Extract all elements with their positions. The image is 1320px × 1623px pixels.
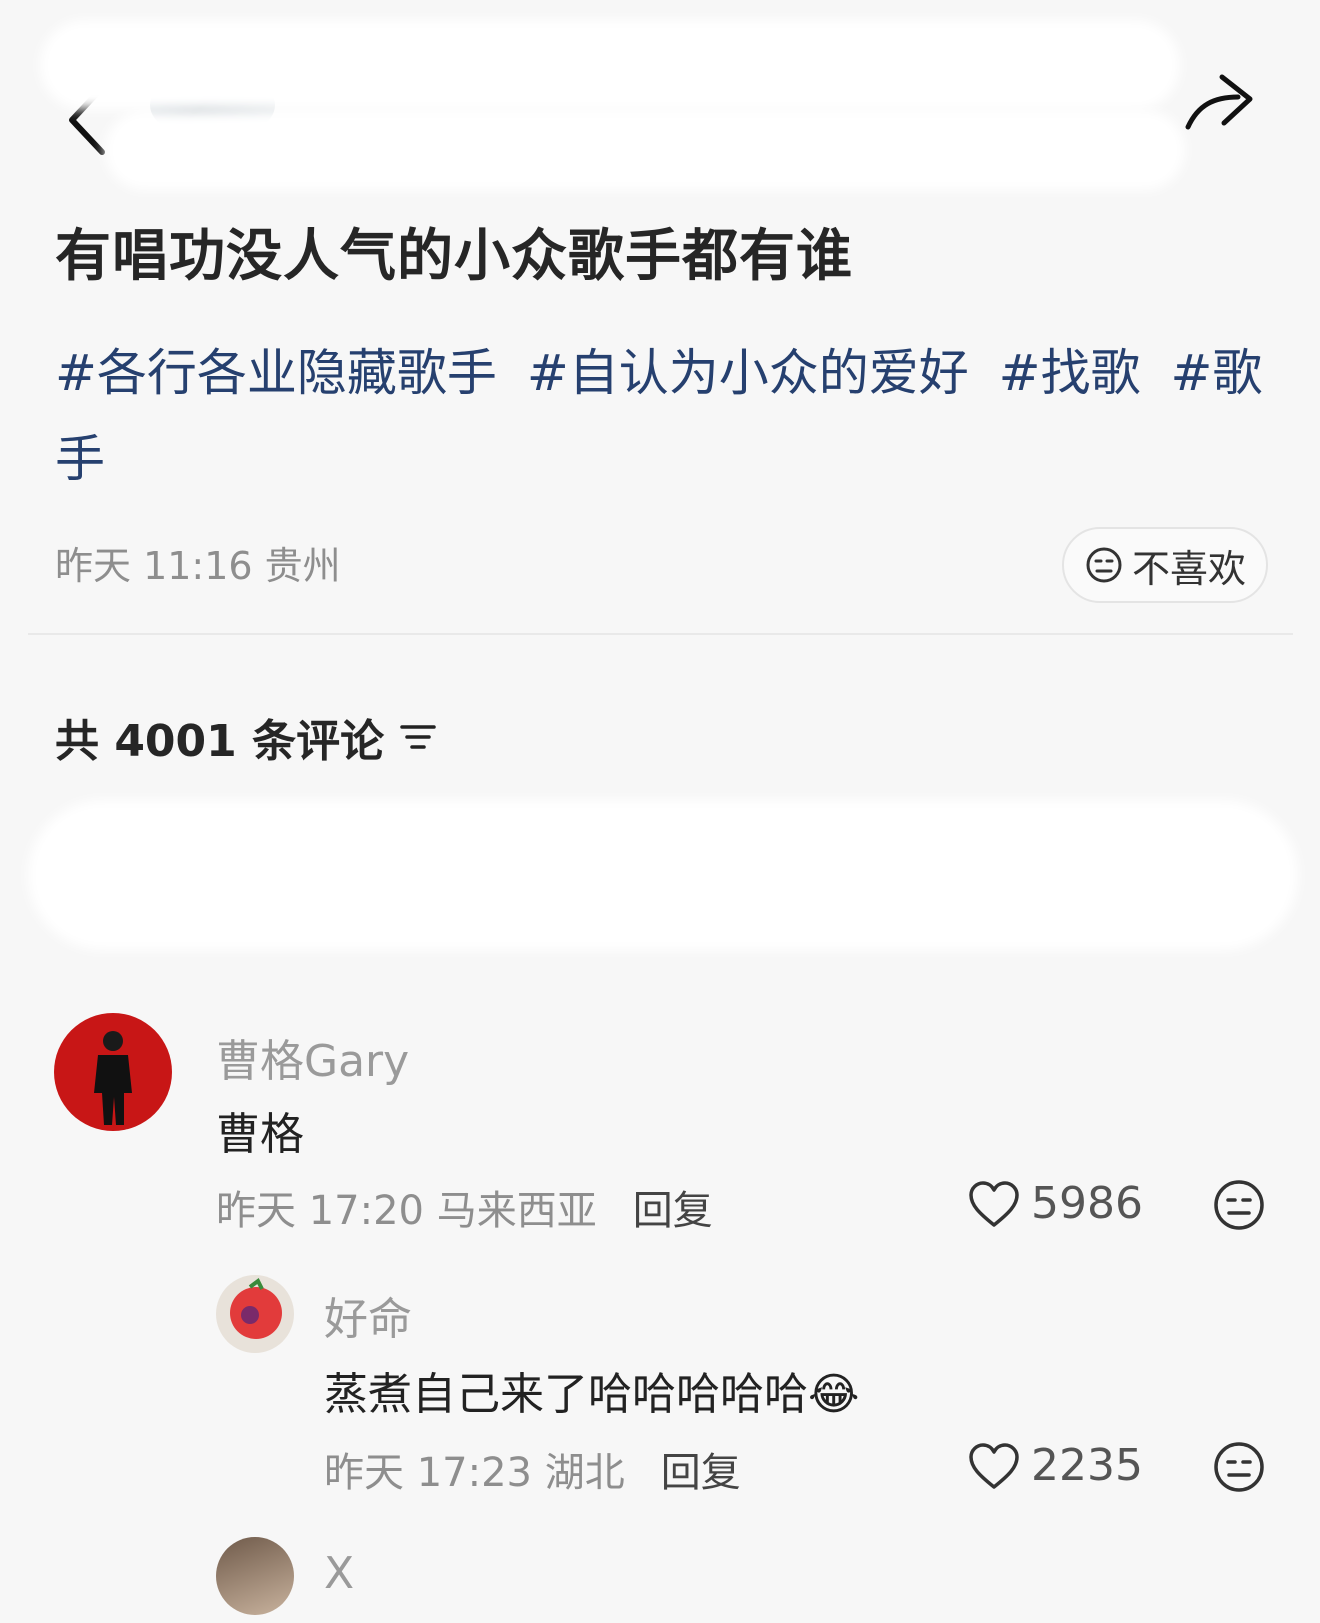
like-button[interactable]: 5986: [967, 1178, 1143, 1229]
comment-meta-row: 昨天 17:23 湖北 回复: [324, 1440, 741, 1498]
neutral-face-icon[interactable]: [1212, 1178, 1266, 1232]
like-button[interactable]: 2235: [967, 1440, 1143, 1491]
tomato-character-icon: [230, 1277, 282, 1339]
tag-link[interactable]: #各行各业隐藏歌手: [55, 344, 497, 402]
share-icon[interactable]: [1180, 65, 1260, 145]
neutral-face-icon[interactable]: [1212, 1440, 1266, 1494]
sort-filter-icon[interactable]: [398, 717, 438, 757]
tag-link[interactable]: #自认为小众的爱好: [527, 344, 969, 402]
comment-text: 曹格: [216, 1109, 304, 1160]
comment-meta: 昨天 17:20 马来西亚: [216, 1188, 597, 1234]
reply-button[interactable]: 回复: [661, 1440, 741, 1498]
dislike-label: 不喜欢: [1131, 546, 1246, 591]
redaction-mask: [40, 20, 1180, 110]
like-count: 5986: [1031, 1178, 1143, 1229]
neutral-face-icon: [1086, 547, 1122, 583]
comment-username[interactable]: 曹格Gary: [216, 1025, 409, 1089]
redaction-mask: [28, 800, 1298, 950]
heart-icon: [969, 1180, 1019, 1227]
like-count: 2235: [1031, 1440, 1143, 1491]
top-bar: [0, 0, 1320, 200]
user-avatar[interactable]: [216, 1275, 294, 1353]
laughing-emoji-icon: 😂: [808, 1369, 860, 1420]
comment-text-body: 蒸煮自己来了哈哈哈哈哈: [324, 1369, 808, 1420]
user-avatar[interactable]: [54, 1013, 172, 1131]
post-meta: 昨天 11:16 贵州: [55, 544, 341, 588]
post-title: 有唱功没人气的小众歌手都有谁: [55, 224, 853, 289]
comment-text: 蒸煮自己来了哈哈哈哈哈😂: [324, 1358, 859, 1422]
reply-button[interactable]: 回复: [633, 1178, 713, 1236]
comment-count: 共 4001 条评论: [55, 716, 385, 767]
dislike-button[interactable]: 不喜欢: [1062, 527, 1268, 603]
tag-link[interactable]: #找歌: [999, 344, 1141, 402]
heart-icon: [969, 1442, 1019, 1489]
comment-username[interactable]: 好命: [324, 1283, 412, 1347]
person-silhouette-icon: [94, 1031, 132, 1125]
redaction-mask: [105, 110, 1185, 190]
user-avatar[interactable]: [216, 1537, 294, 1615]
comment-count-row: 共 4001 条评论: [55, 705, 438, 769]
comment-meta-row: 昨天 17:20 马来西亚 回复: [216, 1178, 713, 1236]
comment-meta: 昨天 17:23 湖北: [324, 1450, 625, 1496]
tag-list: #各行各业隐藏歌手 #自认为小众的爱好 #找歌 #歌手: [55, 330, 1285, 502]
divider: [28, 633, 1293, 635]
comment-username[interactable]: X: [324, 1548, 354, 1599]
